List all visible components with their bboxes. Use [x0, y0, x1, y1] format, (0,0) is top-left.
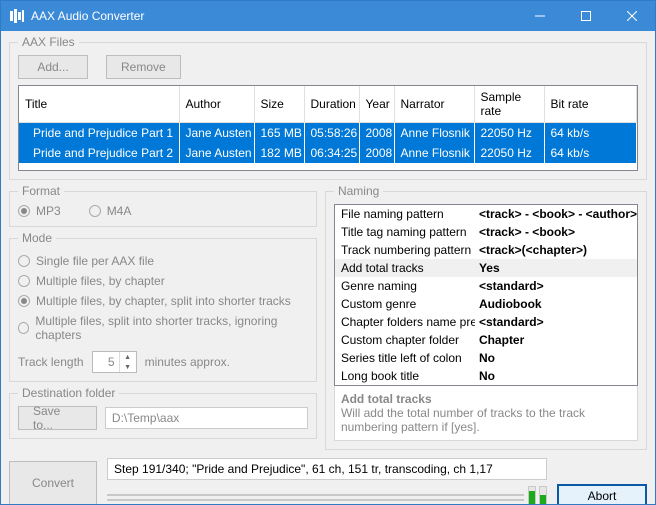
naming-row[interactable]: Series title left of colonNo: [335, 349, 637, 367]
track-length-spinner[interactable]: ▲▼: [92, 351, 137, 373]
naming-row[interactable]: Track numbering pattern<track>(<chapter>…: [335, 241, 637, 259]
mode-by-chapter-radio[interactable]: Multiple files, by chapter: [18, 274, 165, 288]
client-area: AAX Files Add... Remove Title Author Siz…: [1, 31, 655, 504]
naming-desc-body: Will add the total number of tracks to t…: [341, 406, 631, 434]
aax-files-group: AAX Files Add... Remove Title Author Siz…: [9, 35, 647, 180]
radio-icon: [18, 322, 29, 334]
level-meters: [528, 486, 547, 504]
col-narrator[interactable]: Narrator: [394, 86, 474, 123]
radio-icon: [18, 255, 30, 267]
titlebar[interactable]: AAX Audio Converter: [1, 1, 655, 31]
col-author[interactable]: Author: [179, 86, 254, 123]
mode-group: Mode Single file per AAX file Multiple f…: [9, 231, 317, 382]
naming-row[interactable]: Add total tracksYes: [335, 259, 637, 277]
track-length-label: Track length: [18, 355, 84, 369]
abort-button[interactable]: Abort: [557, 484, 647, 504]
destination-group: Destination folder Save to... D:\Temp\aa…: [9, 386, 317, 439]
col-title[interactable]: Title: [19, 86, 179, 123]
col-duration[interactable]: Duration: [304, 86, 359, 123]
spinner-up-icon[interactable]: ▲: [120, 352, 136, 362]
naming-row[interactable]: Genre naming<standard>: [335, 277, 637, 295]
table-row[interactable]: Pride and Prejudice Part 1 Jane Austen 1…: [19, 123, 637, 144]
format-legend: Format: [18, 184, 64, 198]
close-button[interactable]: [609, 1, 655, 31]
col-year[interactable]: Year: [359, 86, 394, 123]
naming-desc-head: Add total tracks: [341, 392, 631, 406]
aax-files-legend: AAX Files: [18, 35, 79, 49]
convert-button[interactable]: Convert: [9, 461, 97, 504]
naming-description: Add total tracks Will add the total numb…: [334, 386, 638, 441]
destination-legend: Destination folder: [18, 386, 119, 400]
progress-bar-step: [107, 499, 524, 501]
maximize-button[interactable]: [563, 1, 609, 31]
mode-single-radio[interactable]: Single file per AAX file: [18, 254, 154, 268]
radio-icon: [18, 295, 30, 307]
col-bit-rate[interactable]: Bit rate: [544, 86, 637, 123]
col-size[interactable]: Size: [254, 86, 304, 123]
track-length-input[interactable]: [93, 352, 119, 372]
naming-row[interactable]: Custom genreAudiobook: [335, 295, 637, 313]
naming-row[interactable]: Custom chapter folderChapter: [335, 331, 637, 349]
files-table[interactable]: Title Author Size Duration Year Narrator…: [18, 85, 638, 171]
remove-button[interactable]: Remove: [106, 55, 181, 79]
format-group: Format MP3 M4A: [9, 184, 317, 227]
app-icon: [9, 8, 25, 24]
radio-icon: [18, 275, 30, 287]
naming-table[interactable]: File naming pattern<track> - <book> - <a…: [334, 204, 638, 386]
progress-bar-overall: [107, 494, 524, 496]
status-text: Step 191/340; "Pride and Prejudice", 61 …: [107, 458, 547, 480]
naming-row[interactable]: Long book titleNo: [335, 367, 637, 385]
radio-icon: [18, 205, 30, 217]
format-mp3-radio[interactable]: MP3: [18, 204, 61, 218]
naming-row[interactable]: Title tag naming pattern<track> - <book>: [335, 223, 637, 241]
mode-by-chapter-split-radio[interactable]: Multiple files, by chapter, split into s…: [18, 294, 291, 308]
minimize-button[interactable]: [517, 1, 563, 31]
format-m4a-radio[interactable]: M4A: [89, 204, 132, 218]
spinner-down-icon[interactable]: ▼: [120, 362, 136, 372]
naming-group: Naming File naming pattern<track> - <boo…: [325, 184, 647, 450]
naming-row[interactable]: Chapter folders name prefix<standard>: [335, 313, 637, 331]
window-title: AAX Audio Converter: [31, 9, 517, 23]
table-header-row[interactable]: Title Author Size Duration Year Narrator…: [19, 86, 637, 123]
mode-legend: Mode: [18, 231, 56, 245]
app-window: AAX Audio Converter AAX Files Add... Rem…: [0, 0, 656, 505]
table-row[interactable]: Pride and Prejudice Part 2 Jane Austen 1…: [19, 143, 637, 163]
save-to-button[interactable]: Save to...: [18, 406, 97, 430]
mode-split-ignore-radio[interactable]: Multiple files, split into shorter track…: [18, 314, 308, 342]
radio-icon: [89, 205, 101, 217]
track-length-suffix: minutes approx.: [145, 355, 230, 369]
destination-path-field[interactable]: D:\Temp\aax: [105, 407, 308, 429]
col-sample-rate[interactable]: Sample rate: [474, 86, 544, 123]
naming-legend: Naming: [334, 184, 383, 198]
naming-row[interactable]: File naming pattern<track> - <book> - <a…: [335, 205, 637, 223]
add-button[interactable]: Add...: [18, 55, 88, 79]
